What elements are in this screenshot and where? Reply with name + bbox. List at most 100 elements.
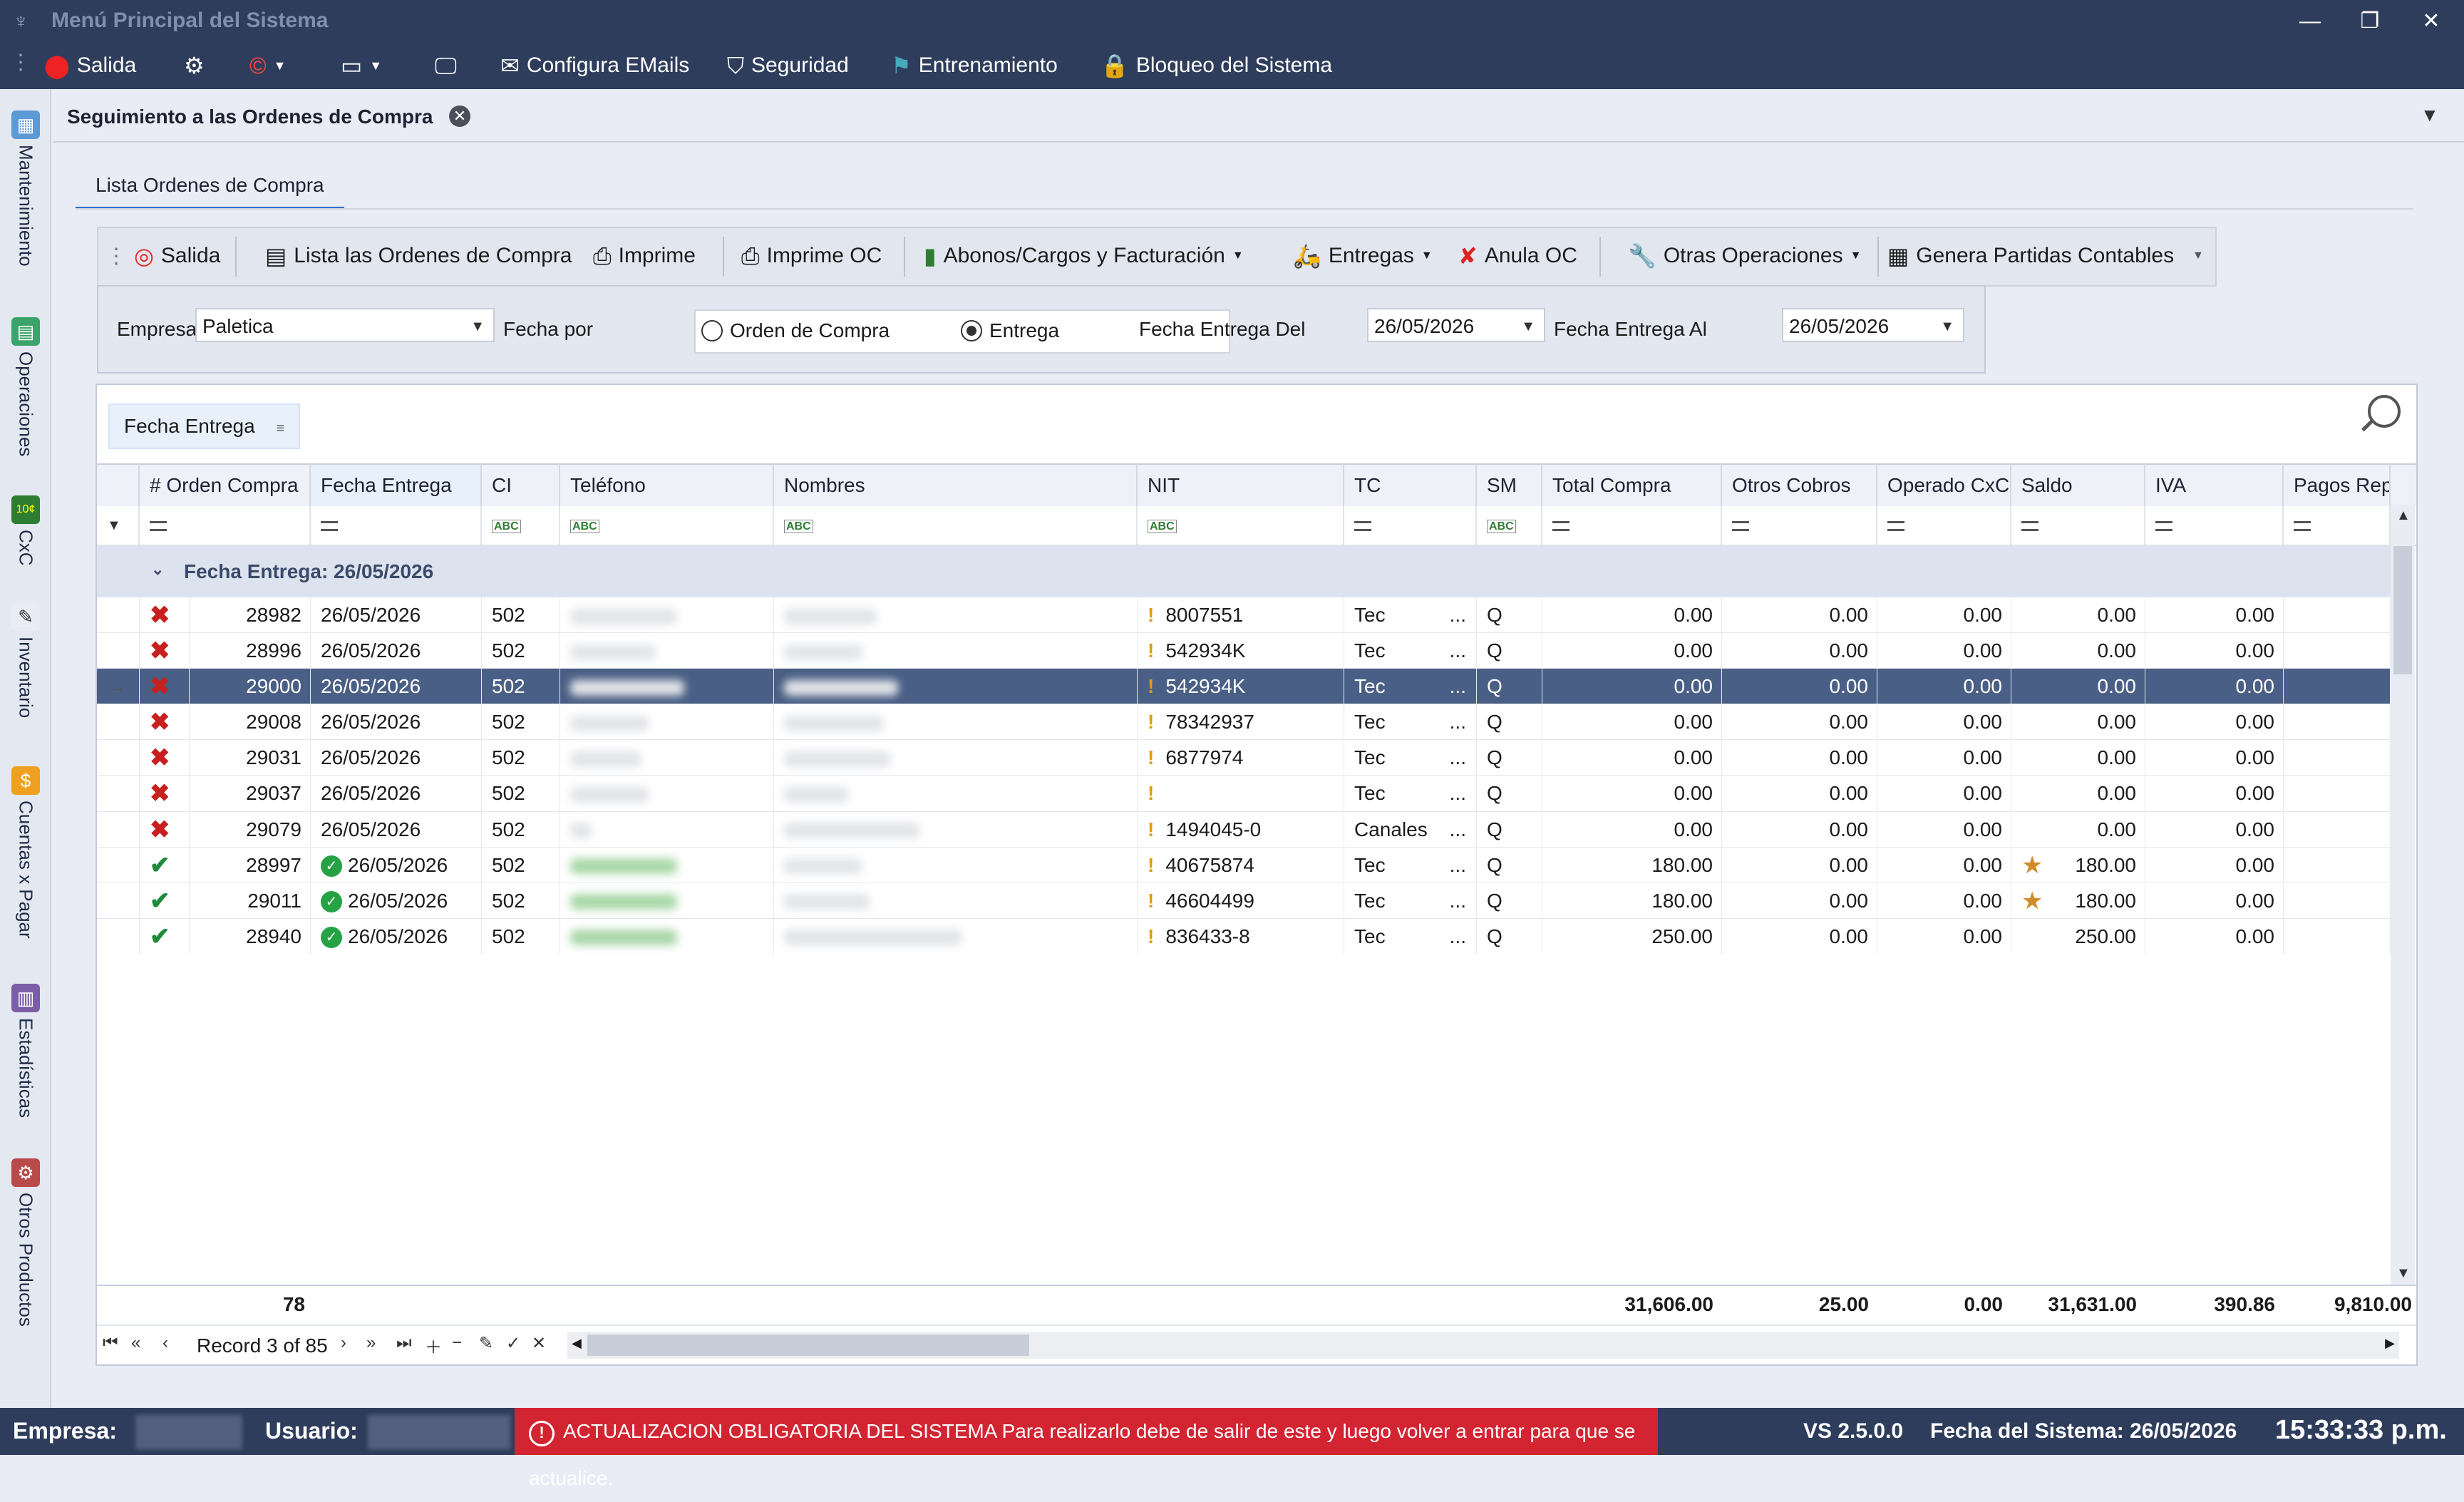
filter-row-icon[interactable]: ▼ bbox=[97, 506, 140, 545]
filter-fecha[interactable] bbox=[311, 506, 482, 545]
prev-record-icon[interactable]: ‹ bbox=[163, 1333, 168, 1353]
menu-flag[interactable]: ▭ ▼ bbox=[341, 50, 382, 81]
close-window-button[interactable]: ✕ bbox=[2406, 3, 2456, 40]
minimize-button[interactable]: — bbox=[2285, 3, 2335, 40]
header-total-compra[interactable]: Total Compra bbox=[1542, 465, 1722, 506]
add-record-icon[interactable]: ＋ bbox=[425, 1333, 442, 1358]
filter-iva[interactable] bbox=[2145, 506, 2284, 545]
restore-button[interactable]: ❐ bbox=[2345, 3, 2395, 40]
menu-seguridad[interactable]: ⛉ Seguridad bbox=[727, 50, 849, 81]
menu-users[interactable]: ⚙ bbox=[184, 50, 205, 81]
search-icon[interactable] bbox=[2368, 395, 2401, 428]
lista-ordenes-button[interactable]: ▤ Lista las Ordenes de Compra bbox=[265, 238, 572, 274]
table-row[interactable]: ✖ 28982 26/05/2026 502! 8007551 Tec... Q 0.00 0.… bbox=[97, 597, 2391, 634]
filter-operado[interactable] bbox=[1877, 506, 2011, 545]
edit-record-icon[interactable]: ✎ bbox=[479, 1333, 493, 1354]
filter-otros[interactable] bbox=[1722, 506, 1877, 545]
header-pagos[interactable]: Pagos Reparti bbox=[2284, 465, 2391, 506]
next-record-icon[interactable]: › bbox=[341, 1333, 346, 1353]
anula-oc-button[interactable]: ✘ Anula OC bbox=[1458, 238, 1577, 274]
filter-ci[interactable]: ABC bbox=[482, 506, 560, 545]
next-page-icon[interactable]: » bbox=[366, 1333, 376, 1353]
nav-mantenimiento[interactable]: ▦ Mantenimiento bbox=[4, 110, 47, 267]
header-iva[interactable]: IVA bbox=[2145, 465, 2284, 506]
save-record-icon[interactable]: ✓ bbox=[506, 1333, 520, 1354]
hscroll-thumb[interactable] bbox=[587, 1334, 1029, 1356]
fecha-al-input[interactable]: 26/05/2026 ▼ bbox=[1782, 308, 1964, 342]
header-nit[interactable]: NIT bbox=[1138, 465, 1344, 506]
header-operado-cxc[interactable]: Operado CxC bbox=[1877, 465, 2011, 506]
table-row[interactable]: → ✖ 29000 26/05/2026 502! 542934K Tec... Q 0.00 0… bbox=[97, 669, 2391, 705]
nav-estadisticas[interactable]: ▥ Estadísticas bbox=[4, 984, 47, 1118]
imprime-oc-button[interactable]: ⎙ Imprime OC bbox=[741, 238, 882, 274]
header-fecha-entrega[interactable]: Fecha Entrega bbox=[311, 465, 482, 506]
horizontal-scrollbar[interactable]: ◀ ▶ bbox=[567, 1332, 2399, 1359]
table-row[interactable]: ✖ 29079 26/05/2026 502 ! 1494045-0 Canales... Q… bbox=[97, 811, 2391, 848]
filter-nombres[interactable]: ABC bbox=[774, 506, 1138, 545]
empresa-select[interactable]: Paletica ▼ bbox=[195, 308, 495, 342]
header-sm[interactable]: SM bbox=[1477, 465, 1542, 506]
scroll-thumb[interactable] bbox=[2393, 546, 2412, 674]
group-row-fecha[interactable]: ⌄ Fecha Entrega: 26/05/2026 bbox=[97, 545, 2391, 597]
toolbar-overflow-icon[interactable]: ▼ bbox=[2192, 238, 2204, 274]
radio-orden-circle[interactable] bbox=[701, 320, 723, 341]
otras-operaciones-button[interactable]: 🔧 Otras Operaciones ▼ bbox=[1628, 238, 1861, 274]
radio-orden-compra[interactable]: Orden de Compra bbox=[701, 319, 890, 342]
nav-otros-productos[interactable]: ⚙ Otros Productos bbox=[4, 1158, 47, 1327]
document-tab[interactable]: Seguimiento a las Ordenes de Compra ✕ bbox=[53, 91, 480, 141]
group-chip-fecha-entrega[interactable]: Fecha Entrega ≡ bbox=[108, 403, 301, 449]
table-row[interactable]: ✔ 28940 ✓ 26/05/2026 502! 836433-8 Tec... Q 250.… bbox=[97, 918, 2391, 954]
chevron-down-icon[interactable]: ⌄ bbox=[151, 560, 164, 579]
prev-page-icon[interactable]: « bbox=[131, 1333, 140, 1353]
radio-entrega-circle[interactable] bbox=[961, 320, 982, 341]
menu-salida[interactable]: ⬤ Salida bbox=[44, 50, 136, 81]
filter-total[interactable] bbox=[1542, 506, 1722, 545]
close-tab-icon[interactable]: ✕ bbox=[449, 106, 470, 127]
header-nombres[interactable]: Nombres bbox=[774, 465, 1138, 506]
menu-grip-icon[interactable]: ⋮ bbox=[10, 50, 31, 75]
header-telefono[interactable]: Teléfono bbox=[560, 465, 774, 506]
table-row[interactable]: ✖ 28996 26/05/2026 502! 542934K Tec... Q 0.00 0.… bbox=[97, 633, 2391, 669]
abonos-button[interactable]: ▮ Abonos/Cargos y Facturación ▼ bbox=[924, 238, 1244, 274]
header-saldo[interactable]: Saldo bbox=[2011, 465, 2145, 506]
filter-orden[interactable] bbox=[140, 506, 311, 545]
table-row[interactable]: ✔ 28997 ✓ 26/05/2026 502 ! 40675874 Tec... Q 180.… bbox=[97, 847, 2391, 883]
menu-entrenamiento[interactable]: ⚑ Entrenamiento bbox=[891, 50, 1058, 81]
filter-pagos[interactable] bbox=[2284, 506, 2391, 545]
first-record-icon[interactable]: ⏮ bbox=[103, 1333, 118, 1353]
entregas-button[interactable]: 🛵 Entregas ▼ bbox=[1293, 238, 1433, 274]
imprime-button[interactable]: ⎙ Imprime bbox=[593, 238, 696, 274]
menu-bloqueo[interactable]: 🔒 Bloqueo del Sistema bbox=[1100, 50, 1332, 81]
filter-nit[interactable]: ABC bbox=[1138, 506, 1344, 545]
nav-inventario[interactable]: ✎ Inventario bbox=[4, 602, 47, 718]
last-record-icon[interactable]: ⏭ bbox=[396, 1333, 412, 1353]
filter-sm[interactable]: ABC bbox=[1477, 506, 1542, 545]
table-row[interactable]: ✔ 29011 ✓ 26/05/2026 502 ! 46604499 Tec... Q 180.… bbox=[97, 883, 2391, 919]
table-row[interactable]: ✖ 29008 26/05/2026 502! 78342937 Tec... Q 0.00 0… bbox=[97, 704, 2391, 741]
menu-currency[interactable]: © ▼ bbox=[249, 50, 286, 81]
nav-cxc[interactable]: 10¢ CxC bbox=[4, 495, 47, 566]
table-row[interactable]: ✖ 29037 26/05/2026 502! Tec... Q 0.00 0.00 0.00 0… bbox=[97, 776, 2391, 812]
menu-monitor[interactable]: 🖵 bbox=[435, 50, 457, 81]
salida-button[interactable]: ◎ Salida bbox=[134, 238, 220, 274]
table-row[interactable]: ✖ 29031 26/05/2026 502! 6877974 Tec... Q 0.00 0.… bbox=[97, 740, 2391, 776]
toolbar-grip-icon[interactable]: ⋮ bbox=[105, 238, 127, 274]
filter-saldo[interactable] bbox=[2011, 506, 2145, 545]
vertical-scrollbar[interactable]: ▲ ▼ bbox=[2391, 505, 2415, 1285]
header-ci[interactable]: CI bbox=[482, 465, 560, 506]
tab-lista-ordenes[interactable]: Lista Ordenes de Compra bbox=[76, 164, 344, 210]
menu-configura-emails[interactable]: ✉ Configura EMails bbox=[500, 50, 689, 81]
filter-tc[interactable] bbox=[1344, 506, 1477, 545]
genera-partidas-button[interactable]: ▦ Genera Partidas Contables bbox=[1887, 238, 2174, 274]
tab-dropdown-icon[interactable]: ▼ bbox=[2421, 104, 2439, 126]
cancel-record-icon[interactable]: ✕ bbox=[532, 1333, 546, 1354]
header-tc[interactable]: TC bbox=[1344, 465, 1477, 506]
radio-entrega[interactable]: Entrega bbox=[961, 319, 1059, 342]
header-orden[interactable]: # Orden Compra bbox=[140, 465, 311, 506]
nav-cuentas-pagar[interactable]: $ Cuentas x Pagar bbox=[4, 766, 47, 939]
filter-telefono[interactable]: ABC bbox=[560, 506, 774, 545]
delete-record-icon[interactable]: − bbox=[452, 1333, 462, 1353]
fecha-del-input[interactable]: 26/05/2026 ▼ bbox=[1367, 308, 1545, 342]
header-otros-cobros[interactable]: Otros Cobros bbox=[1722, 465, 1877, 506]
nav-operaciones[interactable]: ▤ Operaciones bbox=[4, 317, 47, 456]
